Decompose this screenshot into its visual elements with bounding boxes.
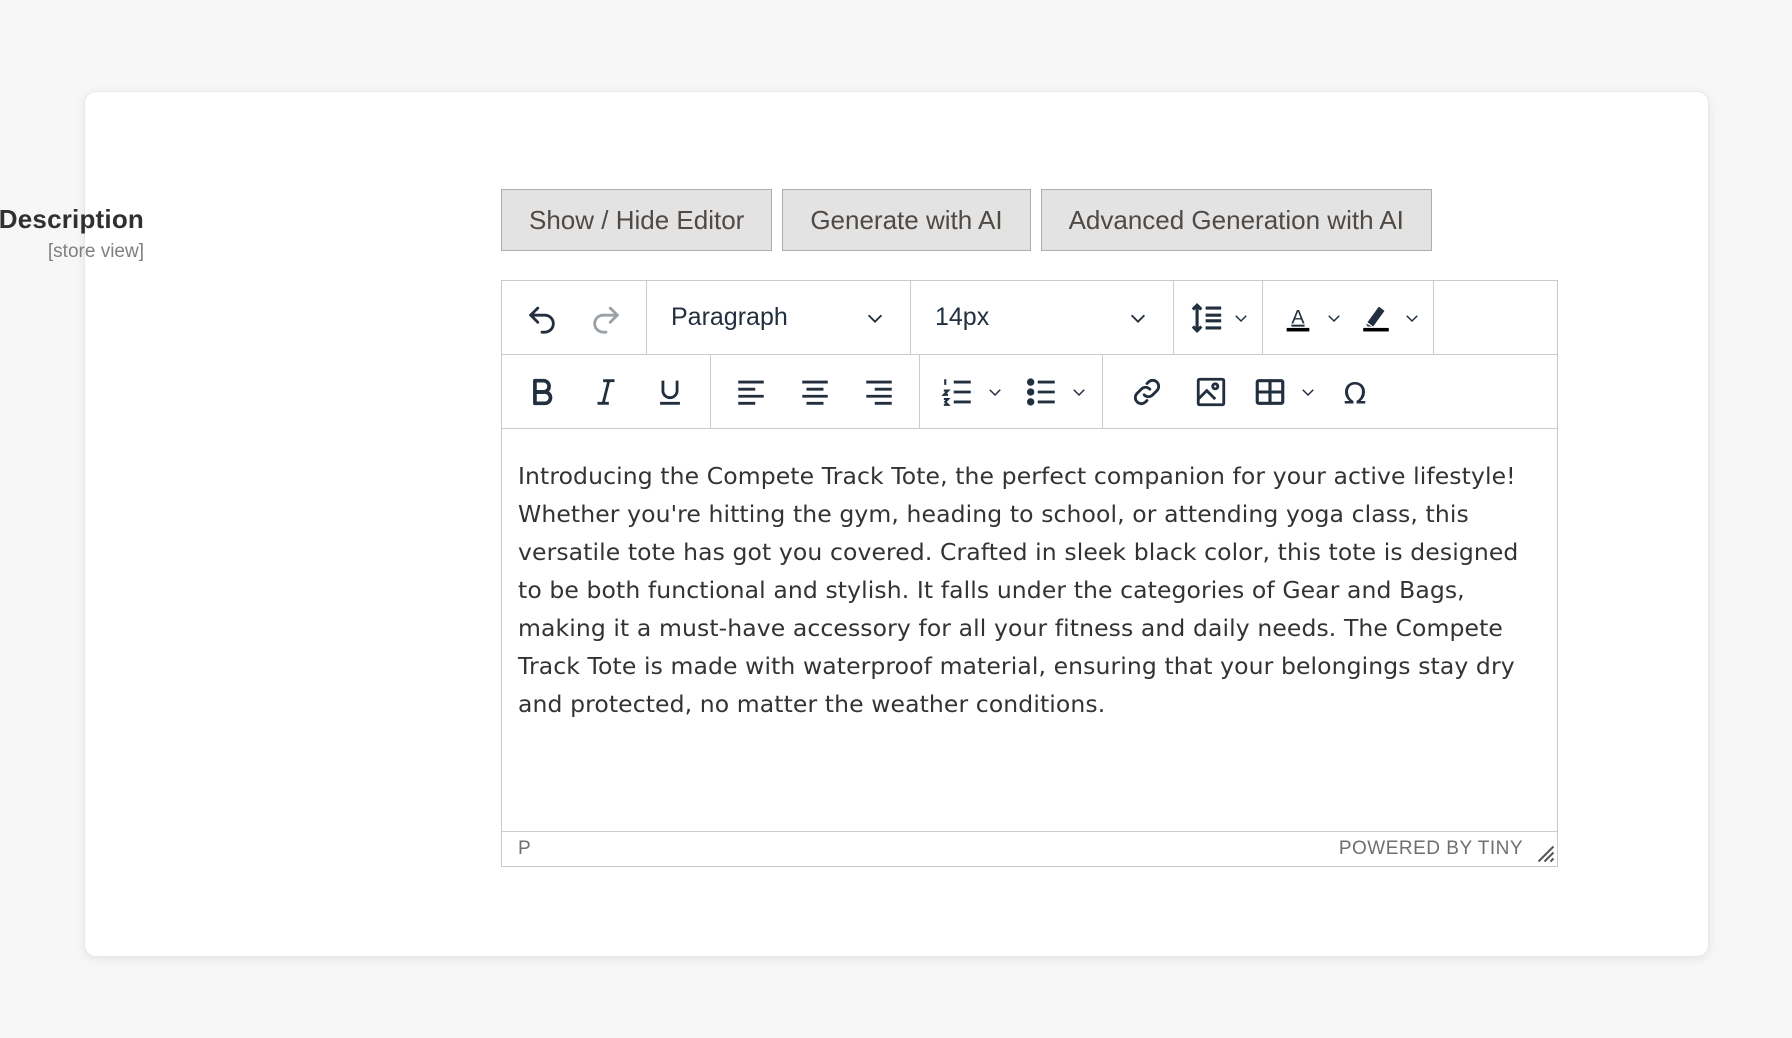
undo-icon [529,306,555,334]
special-character-button[interactable]: Ω [1323,366,1387,418]
editor-statusbar: P POWERED BY TINY [502,831,1557,865]
element-path[interactable]: P [518,838,531,860]
italic-button[interactable] [574,366,638,418]
advanced-generation-button[interactable]: Advanced Generation with AI [1040,189,1432,251]
redo-button[interactable] [574,292,638,344]
resize-handle-icon[interactable] [1537,845,1555,863]
font-size-select[interactable]: 14px [911,281,1174,354]
block-format-value: Paragraph [671,303,788,331]
align-center-button[interactable] [783,366,847,418]
bold-icon [533,378,553,405]
rich-text-editor: Paragraph 14px A Ω Introducing the Compe… [501,280,1558,867]
block-format-select[interactable]: Paragraph [647,281,911,354]
align-right-icon [866,380,892,405]
color-group: A [1263,281,1434,354]
alignment-group [711,355,920,428]
image-icon [1196,377,1226,406]
table-button[interactable] [1243,366,1319,418]
redo-icon [593,306,619,334]
italic-icon [597,378,615,405]
editor-content[interactable]: Introducing the Compete Track Tote, the … [502,429,1557,831]
field-scope: [store view] [47,241,144,262]
align-center-icon [802,380,828,405]
show-hide-editor-button[interactable]: Show / Hide Editor [501,189,773,251]
table-icon [1255,378,1285,405]
numbered-list-button[interactable] [932,366,1006,418]
undo-button[interactable] [510,292,574,344]
line-height-button[interactable] [1184,292,1252,344]
insert-group: Ω [1103,355,1399,428]
link-button[interactable] [1115,366,1179,418]
toolbar-row-1: Paragraph 14px A [502,281,1557,355]
highlight-button[interactable] [1351,292,1423,344]
special-char-icon: Ω [1344,376,1367,409]
line-height-icon [1191,302,1222,333]
bold-button[interactable] [510,366,574,418]
line-height-group [1174,281,1263,354]
svg-text:A: A [1291,306,1305,328]
image-button[interactable] [1179,366,1243,418]
underline-icon [660,380,680,405]
svg-text:Ω: Ω [1344,376,1367,409]
generate-with-ai-button[interactable]: Generate with AI [782,189,1031,251]
numbered-list-icon [941,378,971,406]
chevron-down-icon [984,381,1006,403]
align-left-icon [738,380,764,405]
formatting-group [502,355,711,428]
editor-actions: Show / Hide Editor Generate with AI Adva… [501,189,1432,251]
history-group [502,281,647,354]
text-color-icon: A [1286,306,1310,331]
bullet-list-icon [1026,377,1055,406]
toolbar-row-2: Ω [502,355,1557,429]
chevron-down-icon [1297,381,1319,403]
chevron-down-icon [1127,307,1149,329]
bullet-list-button[interactable] [1016,366,1090,418]
powered-by-link[interactable]: POWERED BY TINY [1339,838,1523,860]
field-label-title: Short Description [0,204,144,234]
chevron-down-icon [1323,307,1345,329]
link-icon [1133,378,1161,405]
chevron-down-icon [1068,381,1090,403]
align-right-button[interactable] [847,366,911,418]
list-group [920,355,1103,428]
chevron-down-icon [1401,307,1423,329]
chevron-down-icon [1230,307,1252,329]
underline-button[interactable] [638,366,702,418]
font-size-value: 14px [935,303,990,331]
align-left-button[interactable] [719,366,783,418]
field-label: Short Description [store view] [0,204,144,263]
text-color-button[interactable]: A [1273,292,1345,344]
content-paragraph: Introducing the Compete Track Tote, the … [518,462,1519,718]
highlight-icon [1363,306,1389,331]
chevron-down-icon [864,307,886,329]
